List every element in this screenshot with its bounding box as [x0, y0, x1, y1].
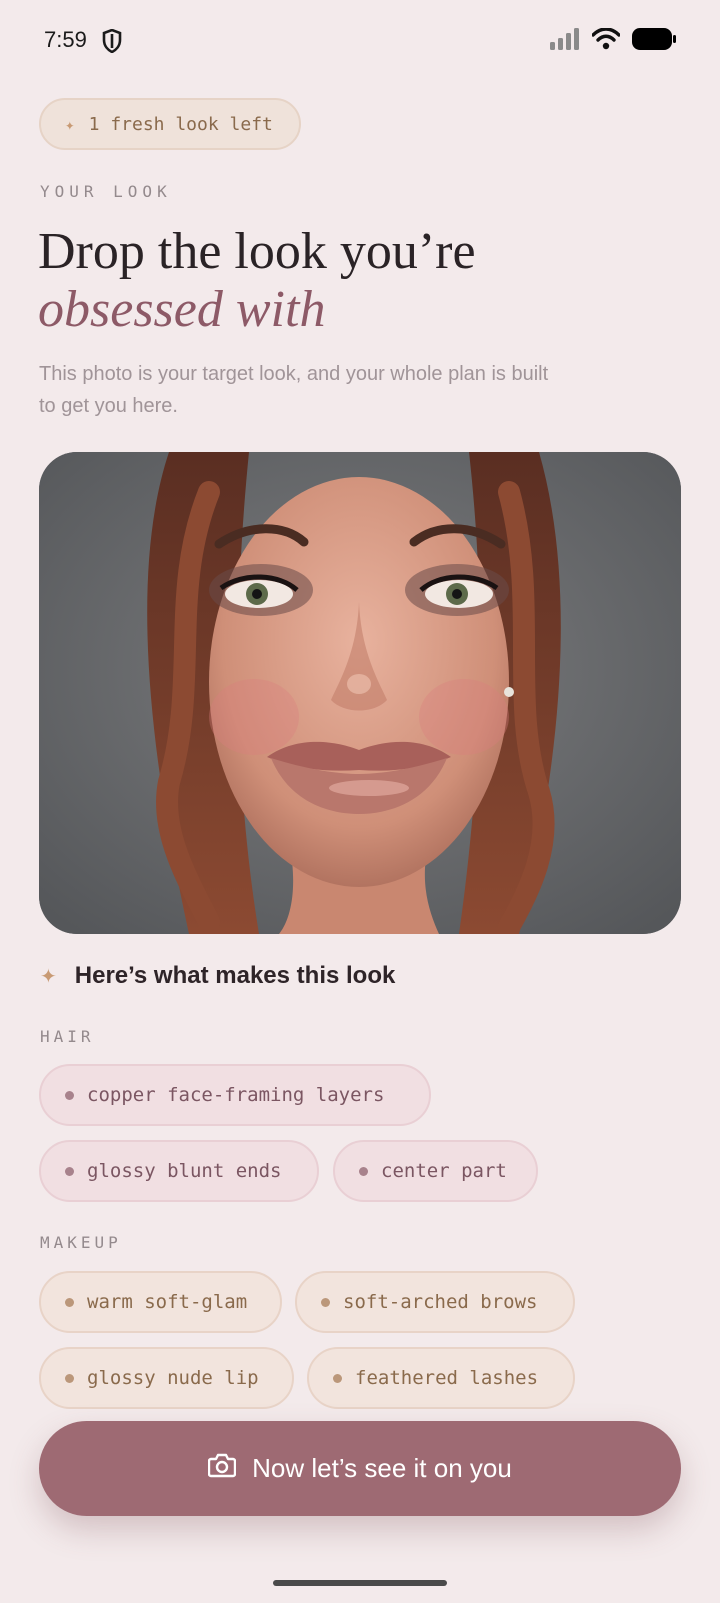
- signal-icon: [550, 28, 580, 55]
- makeup-chip-label: glossy nude lip: [87, 1367, 259, 1389]
- hair-chip-label: glossy blunt ends: [87, 1160, 282, 1182]
- status-time: 7:59: [44, 27, 87, 52]
- bullet-dot: [65, 1090, 74, 1100]
- battery-icon: [632, 28, 676, 55]
- makeup-chip[interactable]: warm soft-glam: [39, 1271, 282, 1333]
- sparkle-icon: ✦: [65, 114, 75, 134]
- makeup-chip-label: warm soft-glam: [87, 1291, 248, 1313]
- home-indicator[interactable]: [273, 1580, 447, 1586]
- makeup-chip[interactable]: glossy nude lip: [39, 1347, 294, 1409]
- camera-icon: [207, 1452, 252, 1485]
- bullet-dot: [65, 1166, 74, 1176]
- hair-chip-label: center part: [381, 1160, 507, 1182]
- hair-chip[interactable]: center part: [333, 1140, 538, 1202]
- makeup-chip-label: feathered lashes: [355, 1367, 539, 1389]
- makeup-chip[interactable]: feathered lashes: [307, 1347, 575, 1409]
- makeup-chip[interactable]: soft-arched brows: [295, 1271, 575, 1333]
- bullet-dot: [333, 1373, 342, 1383]
- see-it-on-you-button[interactable]: Now let’s see it on you: [39, 1421, 681, 1516]
- hair-chip[interactable]: copper face-framing layers: [39, 1064, 431, 1126]
- breakdown-heading-text: Here’s what makes this look: [74, 962, 396, 989]
- section-kicker: YOUR LOOK: [40, 182, 172, 201]
- makeup-category-label: MAKEUP: [40, 1233, 122, 1252]
- fresh-look-label: 1 fresh look left: [88, 113, 273, 135]
- hair-chip[interactable]: glossy blunt ends: [39, 1140, 319, 1202]
- bullet-dot: [65, 1297, 74, 1307]
- page-subtitle: This photo is your target look, and your…: [39, 363, 549, 417]
- hair-chip-label: copper face-framing layers: [87, 1084, 385, 1106]
- cta-label: Now let’s see it on you: [252, 1453, 512, 1483]
- fresh-look-badge: ✦ 1 fresh look left: [39, 98, 301, 150]
- bullet-dot: [65, 1373, 74, 1383]
- target-look-photo[interactable]: [39, 452, 681, 934]
- hair-category-label: HAIR: [40, 1027, 95, 1046]
- bullet-dot: [321, 1297, 330, 1307]
- sparkle-icon: ✦: [40, 965, 57, 988]
- bullet-dot: [359, 1166, 368, 1176]
- page-title-line2: obsessed with: [38, 281, 326, 338]
- shield-icon: [102, 28, 122, 58]
- wifi-icon: [591, 27, 621, 55]
- page-title-line1: Drop the look you’re: [38, 223, 476, 280]
- status-bar: 7:59: [0, 0, 720, 84]
- breakdown-heading: ✦ Here’s what makes this look: [40, 962, 395, 990]
- makeup-chip-label: soft-arched brows: [343, 1291, 538, 1313]
